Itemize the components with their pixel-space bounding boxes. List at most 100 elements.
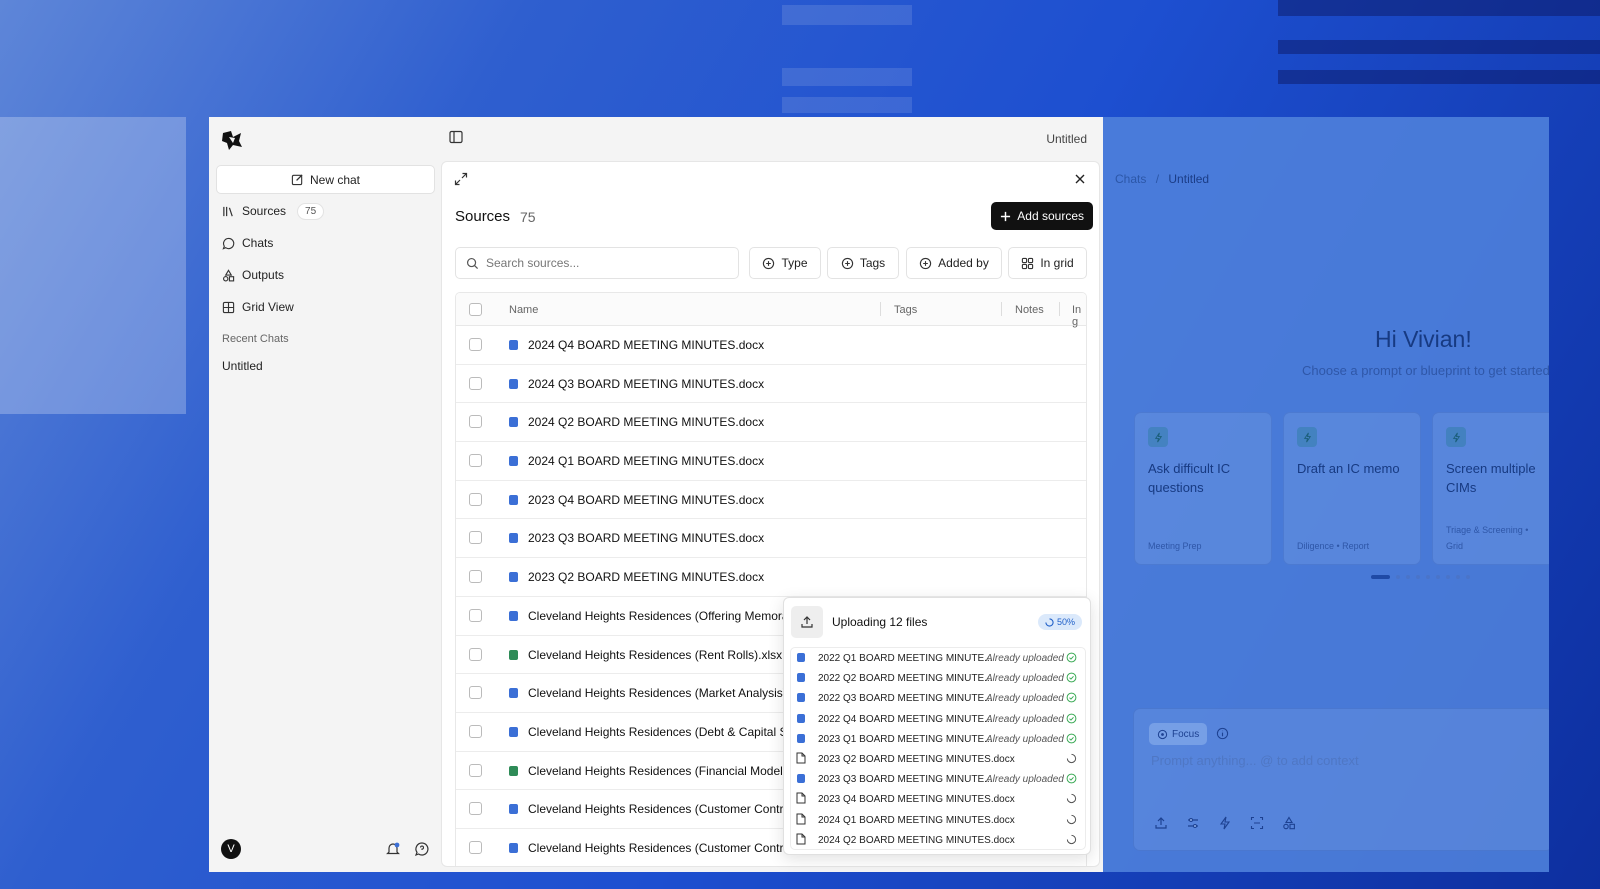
carousel-dot[interactable]: [1446, 575, 1450, 579]
table-row[interactable]: 2024 Q4 BOARD MEETING MINUTES.docx: [456, 326, 1086, 365]
sliders-icon[interactable]: [1186, 816, 1200, 830]
row-checkbox[interactable]: [469, 376, 482, 390]
row-checkbox[interactable]: [469, 415, 482, 429]
check-circle-icon: [1066, 692, 1077, 703]
spreadsheet-file-icon: [509, 649, 518, 660]
file-icon: [796, 792, 806, 804]
carousel-dot[interactable]: [1406, 575, 1410, 579]
upload-item: 2022 Q2 BOARD MEETING MINUTE... Already u…: [791, 668, 1085, 688]
search-input[interactable]: [486, 256, 716, 270]
upload-status: Already uploaded: [986, 673, 1064, 685]
sidebar-toggle-icon[interactable]: [449, 130, 463, 144]
row-checkbox[interactable]: [469, 531, 482, 545]
sources-count-badge: 75: [297, 202, 325, 220]
upload-progress-label: 50%: [1056, 617, 1075, 627]
bolt-icon: [1297, 427, 1317, 447]
sidebar-item-chats[interactable]: Chats: [222, 233, 273, 253]
help-chat-icon[interactable]: [414, 841, 430, 857]
carousel-dots[interactable]: [1371, 575, 1470, 579]
avatar[interactable]: V: [221, 839, 241, 859]
spreadsheet-file-icon: [509, 765, 518, 776]
new-chat-button[interactable]: New chat: [216, 165, 435, 194]
carousel-dot[interactable]: [1371, 575, 1390, 579]
upload-file-name: 2023 Q3 BOARD MEETING MINUTE...: [818, 774, 993, 786]
prompt-input[interactable]: Prompt anything... @ to add context: [1151, 753, 1359, 768]
add-sources-button[interactable]: Add sources: [991, 202, 1093, 230]
prompt-card[interactable]: Ask difficult IC questions Meeting Prep: [1134, 412, 1272, 565]
document-file-icon: [509, 417, 518, 428]
table-row[interactable]: 2023 Q2 BOARD MEETING MINUTES.docx: [456, 558, 1086, 597]
upload-button[interactable]: [791, 606, 823, 638]
carousel-dot[interactable]: [1466, 575, 1470, 579]
file-name: Cleveland Heights Residences (Customer C…: [528, 802, 797, 817]
filter-in-grid-button[interactable]: In grid: [1008, 247, 1087, 279]
prompt-card-tags: Triage & Screening •: [1446, 525, 1529, 535]
table-row[interactable]: 2024 Q3 BOARD MEETING MINUTES.docx: [456, 365, 1086, 404]
prompt-card[interactable]: Draft an IC memo Diligence • Report: [1283, 412, 1421, 565]
sidebar-item-label: Grid View: [242, 300, 294, 314]
file-name: 2024 Q1 BOARD MEETING MINUTES.docx: [528, 454, 765, 469]
background-stripe: [782, 68, 912, 86]
sidebar-item-outputs[interactable]: Outputs: [222, 265, 284, 285]
row-checkbox[interactable]: [469, 454, 482, 468]
carousel-dot[interactable]: [1416, 575, 1420, 579]
focus-button[interactable]: Focus: [1149, 723, 1208, 745]
table-row[interactable]: 2024 Q1 BOARD MEETING MINUTES.docx: [456, 442, 1086, 481]
table-row[interactable]: 2024 Q2 BOARD MEETING MINUTES.docx: [456, 403, 1086, 443]
row-checkbox[interactable]: [469, 338, 482, 351]
carousel-dot[interactable]: [1396, 575, 1400, 579]
grid-icon: [1022, 257, 1034, 269]
row-checkbox[interactable]: [469, 724, 482, 738]
search-box[interactable]: [455, 247, 739, 279]
table-row[interactable]: 2023 Q3 BOARD MEETING MINUTES.docx: [456, 519, 1086, 559]
bolt-icon[interactable]: [1218, 816, 1232, 830]
document-file-icon: [509, 340, 518, 350]
background-stripe: [782, 5, 912, 25]
prompt-card[interactable]: Screen multiple CIMs Triage & Screening …: [1432, 412, 1549, 565]
row-checkbox[interactable]: [469, 763, 482, 777]
notification-bell-icon[interactable]: [385, 841, 401, 857]
file-name: 2023 Q2 BOARD MEETING MINUTES.docx: [528, 570, 765, 585]
shapes-icon[interactable]: [1282, 816, 1296, 830]
carousel-dot[interactable]: [1436, 575, 1440, 579]
row-checkbox[interactable]: [469, 686, 482, 700]
sidebar-item-label: Sources: [242, 204, 287, 218]
row-checkbox[interactable]: [469, 570, 482, 584]
select-all-checkbox[interactable]: [469, 303, 482, 316]
upload-icon[interactable]: [1154, 816, 1168, 830]
column-in-grid-header[interactable]: In g: [1072, 304, 1086, 328]
column-name-header[interactable]: Name: [509, 304, 538, 316]
plus-circle-icon: [919, 257, 932, 269]
info-icon[interactable]: [1216, 727, 1229, 740]
document-file-icon: [509, 456, 518, 467]
row-checkbox[interactable]: [469, 647, 482, 661]
filter-type-button[interactable]: Type: [749, 247, 821, 279]
carousel-dot[interactable]: [1426, 575, 1430, 579]
close-icon[interactable]: [1073, 172, 1087, 186]
prompt-card-extra-tag: Grid: [1446, 541, 1464, 551]
column-divider: [880, 302, 881, 316]
carousel-dot[interactable]: [1456, 575, 1460, 579]
filter-tags-button[interactable]: Tags: [827, 247, 899, 279]
file-name: 2024 Q3 BOARD MEETING MINUTES.docx: [528, 376, 765, 391]
column-tags-header[interactable]: Tags: [894, 304, 917, 316]
row-checkbox[interactable]: [469, 802, 482, 816]
spinner-icon: [1066, 794, 1077, 804]
sidebar-item-sources[interactable]: Sources 75: [222, 201, 325, 221]
filter-added-by-button[interactable]: Added by: [906, 247, 1002, 279]
breadcrumb-root[interactable]: Chats: [1115, 172, 1146, 186]
recent-chat-item[interactable]: Untitled: [222, 359, 263, 373]
table-row[interactable]: 2023 Q4 BOARD MEETING MINUTES.docx: [456, 481, 1086, 520]
prompt-card-title: Ask difficult IC questions: [1148, 461, 1231, 495]
sidebar-item-grid-view[interactable]: Grid View: [222, 297, 294, 317]
background-stripe: [1278, 70, 1600, 84]
scan-icon[interactable]: [1250, 816, 1264, 830]
expand-icon[interactable]: [454, 172, 468, 186]
table-header: Name Tags Notes In g: [456, 293, 1086, 328]
row-checkbox[interactable]: [469, 608, 482, 622]
upload-file-name: 2022 Q2 BOARD MEETING MINUTE...: [818, 673, 993, 685]
row-checkbox[interactable]: [469, 840, 482, 854]
prompt-box[interactable]: Focus Prompt anything... @ to add contex…: [1133, 708, 1549, 851]
column-notes-header[interactable]: Notes: [1015, 304, 1044, 316]
row-checkbox[interactable]: [469, 492, 482, 506]
